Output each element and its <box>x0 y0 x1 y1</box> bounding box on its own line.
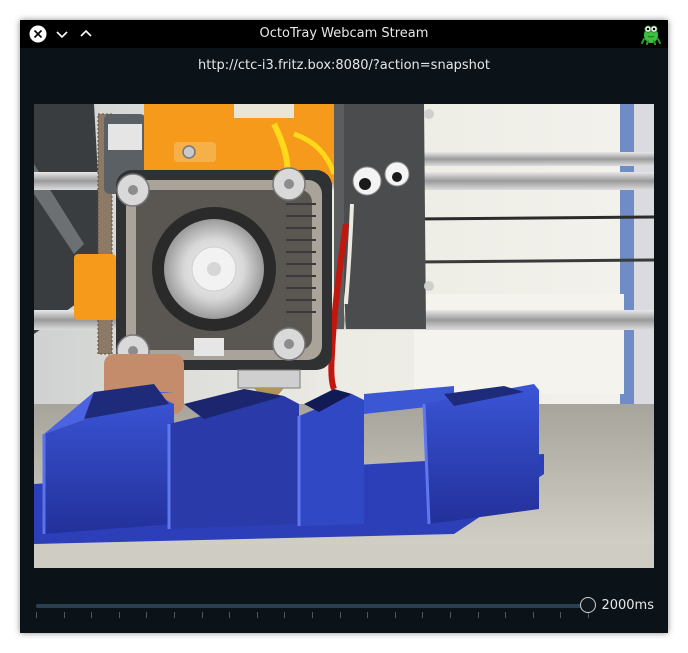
slider-tick <box>339 612 341 618</box>
webcam-image <box>34 104 654 568</box>
slider-tick <box>174 612 175 618</box>
refresh-interval-slider[interactable]: 2000ms <box>20 590 668 620</box>
slider-tick <box>146 612 148 618</box>
slider-ticks <box>36 612 589 620</box>
slider-tick <box>284 612 286 618</box>
slider-tick <box>256 612 258 618</box>
octotray-icon <box>640 23 662 45</box>
title-bar[interactable]: OctoTray Webcam Stream <box>20 20 668 48</box>
maximize-button[interactable] <box>76 24 96 44</box>
slider-tick <box>367 612 369 618</box>
slider-tick <box>532 612 534 618</box>
slider-handle[interactable] <box>580 597 596 613</box>
close-icon <box>29 25 47 43</box>
slider-value-label: 2000ms <box>601 598 654 613</box>
stream-url: http://ctc-i3.fritz.box:8080/?action=sna… <box>198 58 490 73</box>
webcam-window: OctoTray Webcam Stream http://ctc-i3.fri… <box>20 20 668 633</box>
slider-track[interactable] <box>36 604 588 608</box>
minimize-button[interactable] <box>52 24 72 44</box>
slider-tick <box>394 612 396 618</box>
close-button[interactable] <box>28 24 48 44</box>
window-title: OctoTray Webcam Stream <box>259 26 429 41</box>
slider-tick <box>118 612 120 618</box>
slider-tick <box>91 612 93 618</box>
chevron-up-icon <box>80 29 92 37</box>
slider-tick <box>477 612 479 618</box>
slider-tick <box>63 612 65 618</box>
slider-tick <box>312 612 313 618</box>
slider-tick <box>560 612 562 618</box>
chevron-down-icon <box>56 31 68 39</box>
slider-tick <box>505 612 507 618</box>
slider-tick <box>36 612 37 618</box>
slider-tick <box>201 612 203 618</box>
slider-tick <box>229 612 231 618</box>
slider-tick <box>422 612 424 618</box>
slider-tick <box>450 612 451 618</box>
